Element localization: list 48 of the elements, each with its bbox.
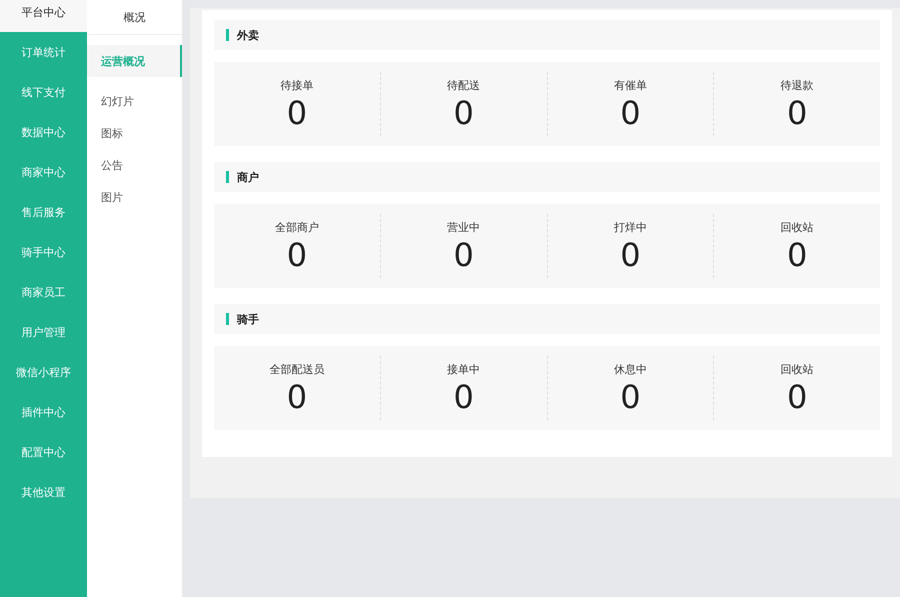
accent-bar (226, 29, 229, 41)
stat-label: 待接单 (280, 78, 314, 92)
stat-value: 0 (786, 94, 808, 130)
stat-value: 0 (453, 378, 474, 414)
stat-value: 0 (620, 378, 641, 414)
nav-item[interactable]: 商家中心 (0, 152, 87, 192)
stat-label: 打烊中 (614, 220, 647, 234)
stat-label: 营业中 (447, 220, 480, 234)
stat-label: 全部商户 (274, 220, 319, 234)
nav-item[interactable]: 用户管理 (0, 312, 87, 352)
stat-label: 有催单 (614, 78, 647, 92)
stat-value: 0 (286, 94, 308, 130)
stat-label: 接单中 (447, 362, 480, 376)
subnav-item[interactable]: 运营概况 (87, 45, 182, 77)
accent-bar (226, 171, 229, 183)
subnav-item[interactable]: 公告 (87, 149, 182, 181)
subnav-item[interactable]: 图片 (87, 181, 182, 213)
subnav-item[interactable]: 幻灯片 (87, 85, 182, 117)
nav-item[interactable]: 售后服务 (0, 192, 87, 232)
nav-item[interactable]: 订单统计 (0, 32, 87, 72)
section-title: 外卖 (237, 28, 259, 42)
nav-item[interactable]: 数据中心 (0, 112, 87, 152)
stat-label: 待配送 (447, 78, 480, 92)
section-title: 商户 (237, 170, 259, 184)
stat-value: 0 (620, 94, 641, 130)
nav-item[interactable]: 插件中心 (0, 392, 87, 432)
nav-item[interactable]: 其他设置 (0, 472, 87, 512)
nav-item[interactable]: 骑手中心 (0, 232, 87, 272)
stat-label: 回收站 (780, 362, 814, 376)
subnav-item[interactable]: 图标 (87, 117, 182, 149)
stat-value: 0 (786, 236, 808, 272)
stat-value: 0 (786, 378, 808, 414)
nav-item[interactable]: 配置中心 (0, 432, 87, 472)
nav-item[interactable]: 微信小程序 (0, 352, 87, 392)
nav-item[interactable]: 商家员工 (0, 272, 87, 312)
stat-value: 0 (286, 236, 308, 272)
stat-value: 0 (286, 378, 308, 414)
nav-item[interactable]: 线下支付 (0, 72, 87, 112)
stat-value: 0 (453, 94, 474, 130)
nav-item[interactable]: 平台中心 (0, 0, 87, 32)
accent-bar (226, 313, 229, 325)
stat-value: 0 (620, 236, 641, 272)
section-title: 骑手 (237, 312, 259, 326)
stat-label: 待退款 (780, 78, 814, 92)
stat-label: 全部配送员 (269, 362, 324, 376)
stat-value: 0 (453, 236, 474, 272)
stat-label: 回收站 (780, 220, 814, 234)
stat-label: 休息中 (614, 362, 647, 376)
